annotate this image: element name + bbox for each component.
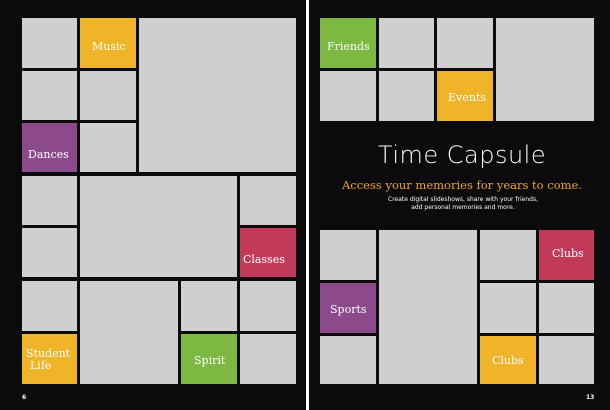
tile-label: Clubs bbox=[552, 247, 584, 260]
photo-tile bbox=[240, 334, 296, 384]
page-subtitle: Access your memories for years to come. bbox=[342, 178, 582, 192]
tile-label: Spirit bbox=[194, 354, 226, 367]
photo-tile bbox=[80, 123, 136, 172]
photo-tile bbox=[539, 336, 594, 384]
photo-tile bbox=[379, 18, 434, 68]
category-tile-classes: Classes bbox=[240, 228, 296, 277]
photo-tile bbox=[22, 281, 77, 331]
photo-tile bbox=[80, 281, 178, 384]
category-tile-spirit: Spirit bbox=[181, 334, 237, 384]
category-tile-music: Music bbox=[80, 18, 136, 68]
photo-tile bbox=[496, 18, 594, 121]
photo-tile bbox=[379, 71, 434, 121]
photo-tile bbox=[22, 228, 77, 277]
page-number: 6 bbox=[22, 394, 27, 401]
photo-tile bbox=[320, 230, 376, 280]
category-tile-dances: Dances bbox=[22, 123, 77, 172]
photo-tile bbox=[80, 71, 136, 120]
photo-tile bbox=[181, 281, 237, 331]
page-title: Time Capsule bbox=[377, 141, 547, 169]
photo-tile bbox=[240, 281, 296, 331]
category-tile-student-life: Student Life bbox=[22, 334, 77, 384]
photo-tile bbox=[539, 283, 594, 333]
photo-tile bbox=[22, 176, 77, 225]
tile-label: Events bbox=[448, 91, 486, 104]
tile-label: Music bbox=[92, 40, 126, 53]
photo-tile bbox=[320, 71, 376, 121]
tile-label: Clubs bbox=[492, 354, 524, 367]
photo-tile bbox=[22, 18, 77, 68]
body-line: add personal memories and more. bbox=[411, 204, 515, 211]
tile-label: Friends bbox=[327, 40, 370, 53]
photo-tile bbox=[80, 176, 237, 277]
category-tile-events: Events bbox=[437, 71, 493, 121]
photo-tile bbox=[22, 71, 77, 120]
category-tile-friends: Friends bbox=[320, 18, 376, 68]
photo-tile bbox=[139, 18, 296, 172]
tile-label: Student Life bbox=[26, 348, 70, 372]
page-body-text: Create digital slideshows, share with yo… bbox=[340, 196, 586, 212]
photo-tile bbox=[379, 230, 477, 384]
photo-tile bbox=[437, 18, 493, 68]
photo-tile bbox=[480, 230, 536, 280]
category-tile-sports: Sports bbox=[320, 283, 376, 333]
tile-label: Dances bbox=[28, 148, 69, 161]
category-tile-clubs: Clubs bbox=[539, 230, 594, 280]
body-line: Create digital slideshows, share with yo… bbox=[388, 196, 538, 203]
photo-tile bbox=[240, 176, 296, 225]
spread-gutter bbox=[306, 0, 309, 410]
tile-label: Classes bbox=[243, 253, 285, 266]
page-number: 13 bbox=[586, 394, 595, 401]
photo-tile bbox=[320, 336, 376, 384]
photo-tile bbox=[480, 283, 536, 333]
tile-label: Sports bbox=[330, 303, 367, 316]
tile-label-line: Life bbox=[30, 359, 52, 372]
category-tile-clubs: Clubs bbox=[480, 336, 536, 384]
